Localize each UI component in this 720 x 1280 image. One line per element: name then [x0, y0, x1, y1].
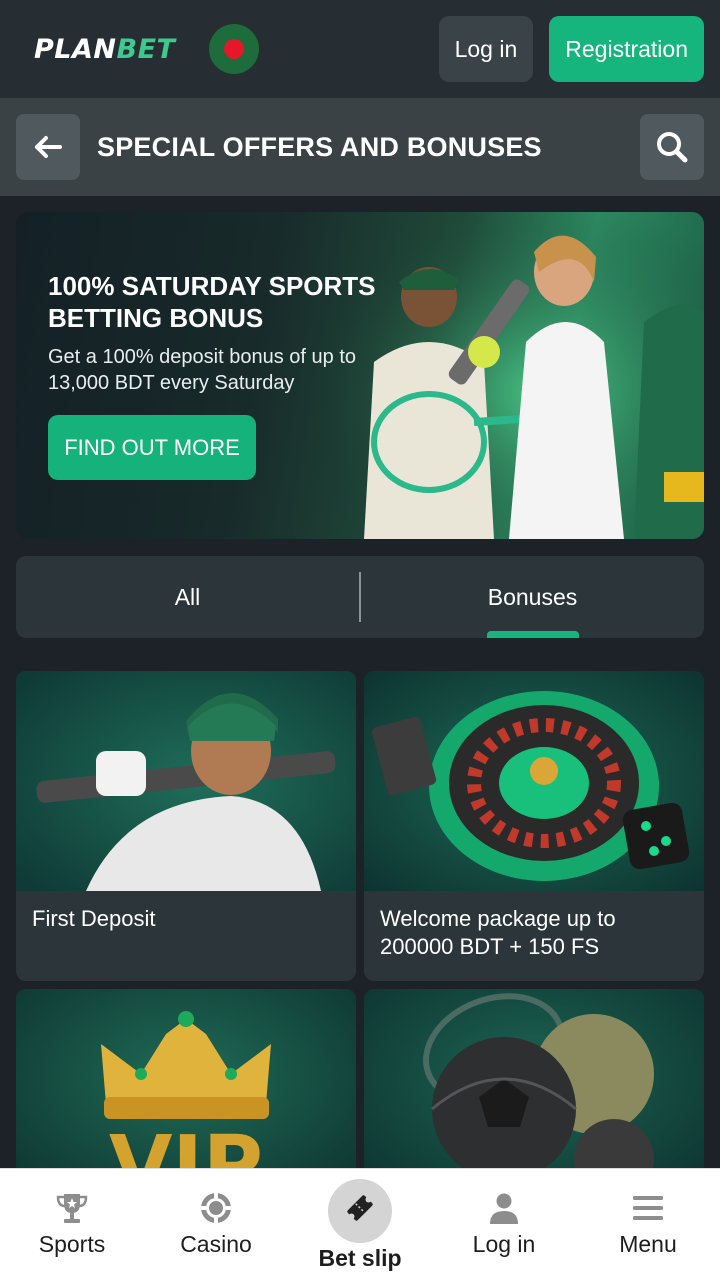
- find-out-more-button[interactable]: FIND OUT MORE: [48, 415, 256, 480]
- search-button[interactable]: [640, 114, 704, 180]
- vip-crown-image: VIP: [16, 989, 356, 1189]
- back-button[interactable]: [16, 114, 80, 180]
- user-icon: [490, 1193, 518, 1224]
- offer-card-first-deposit[interactable]: First Deposit: [16, 671, 356, 981]
- tab-label: All: [174, 583, 201, 610]
- page-header: SPECIAL OFFERS AND BONUSES: [0, 98, 720, 196]
- nav-label: Sports: [38, 1231, 106, 1257]
- casino-chip-icon: [201, 1193, 231, 1223]
- nav-menu[interactable]: Menu: [576, 1169, 720, 1280]
- page-title: SPECIAL OFFERS AND BONUSES: [97, 131, 542, 162]
- promo-banner[interactable]: 100% SATURDAY SPORTS BETTING BONUS Get a…: [16, 212, 704, 539]
- sports-balls-image: [364, 989, 704, 1189]
- search-icon: [657, 132, 688, 163]
- offer-card-vip[interactable]: VIP: [16, 989, 356, 1189]
- cricket-player-image: [16, 671, 356, 891]
- banner-title: 100% SATURDAY SPORTS BETTING BONUS: [48, 271, 376, 333]
- nav-label: Log in: [472, 1231, 536, 1257]
- registration-button[interactable]: Registration: [549, 16, 704, 82]
- nav-label: Bet slip: [318, 1245, 402, 1271]
- trophy-icon: [56, 1194, 88, 1223]
- nav-log-in[interactable]: Log in: [432, 1169, 576, 1280]
- ticket-icon: [347, 1195, 373, 1221]
- login-button[interactable]: Log in: [438, 16, 534, 82]
- tab-bonuses[interactable]: Bonuses: [361, 556, 704, 638]
- logo-plan-text: PLAN: [34, 33, 117, 65]
- nav-label: Casino: [180, 1231, 252, 1257]
- offer-card-sports[interactable]: [364, 989, 704, 1189]
- bottom-navigation: Sports Casino Bet slip Log in Menu: [0, 1168, 720, 1280]
- arrow-left-icon: [35, 136, 62, 158]
- card-title: First Deposit: [32, 906, 156, 931]
- nav-sports[interactable]: Sports: [0, 1169, 144, 1280]
- planbet-logo[interactable]: PLAN BET: [34, 34, 175, 65]
- logo-bet-text: BET: [116, 33, 176, 65]
- banner-subtitle: Get a 100% deposit bonus of up to 13,000…: [48, 346, 356, 394]
- menu-icon: [633, 1196, 663, 1220]
- offer-card-welcome-package[interactable]: Welcome package up to 200000 BDT + 150 F…: [364, 671, 704, 981]
- tab-label: Bonuses: [487, 583, 578, 610]
- nav-casino[interactable]: Casino: [144, 1169, 288, 1280]
- active-tab-indicator: [486, 631, 579, 638]
- tab-all[interactable]: All: [16, 556, 359, 638]
- filter-tabs: All Bonuses: [16, 556, 704, 638]
- bangladesh-flag-icon[interactable]: [209, 24, 260, 74]
- banner-text: 100% SATURDAY SPORTS BETTING BONUS Get a…: [48, 270, 408, 396]
- bet-slip-badge: [328, 1179, 392, 1243]
- roulette-image: [364, 671, 704, 891]
- nav-bet-slip[interactable]: Bet slip: [288, 1169, 432, 1280]
- top-header: PLAN BET Log in Registration: [0, 0, 720, 98]
- card-title: Welcome package up to 200000 BDT + 150 F…: [380, 906, 616, 959]
- nav-label: Menu: [619, 1231, 677, 1257]
